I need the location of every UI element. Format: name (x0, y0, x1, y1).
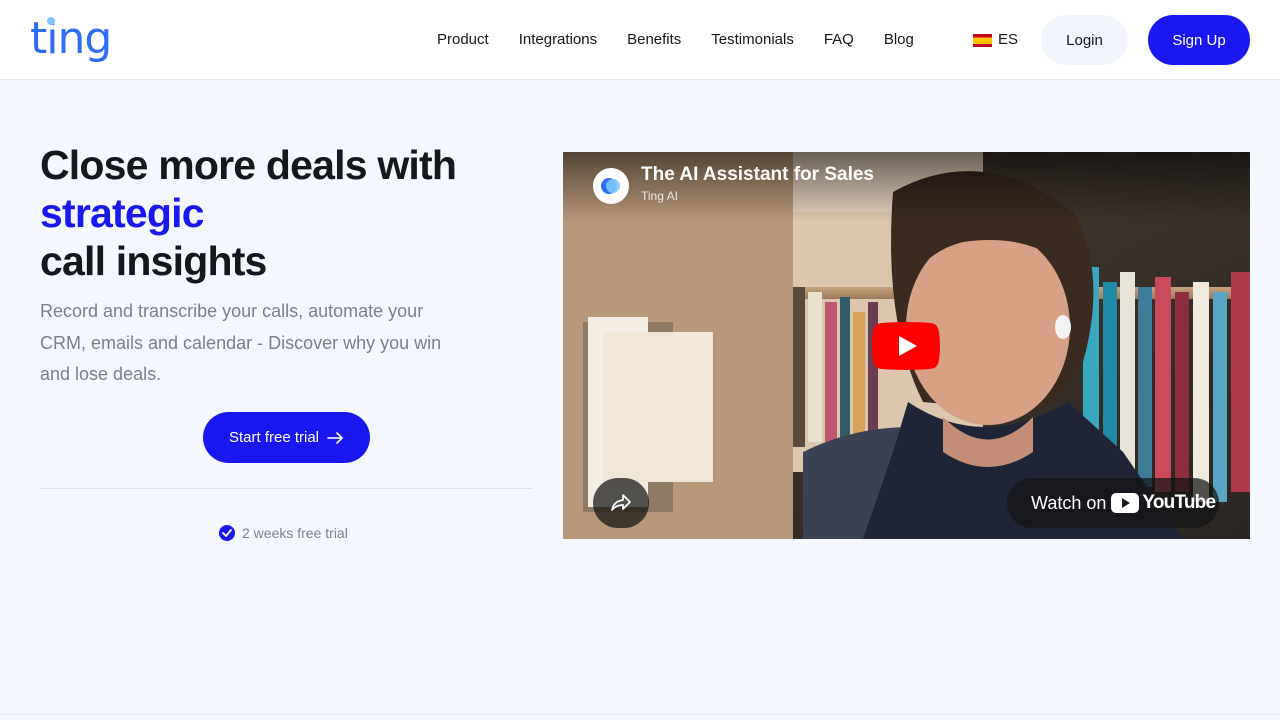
trial-note: 2 weeks free trial (219, 525, 348, 541)
nav-item-integrations[interactable]: Integrations (519, 28, 597, 52)
youtube-logo-icon (1111, 493, 1140, 513)
watch-on-youtube-button[interactable]: Watch on YouTube (1007, 478, 1219, 528)
video-title[interactable]: The AI Assistant for Sales (641, 164, 874, 186)
logo-dot-icon (47, 17, 55, 25)
nav-item-blog[interactable]: Blog (884, 28, 914, 52)
hero-subtext: Record and transcribe your calls, automa… (40, 301, 442, 384)
share-icon (611, 494, 631, 511)
language-selector[interactable]: ES (973, 28, 1018, 52)
youtube-play-icon[interactable] (872, 322, 940, 370)
youtube-video-embed[interactable]: The AI Assistant for Sales Ting AI Watch… (563, 152, 1250, 539)
video-channel[interactable]: Ting AI (641, 189, 678, 203)
ting-logo[interactable]: ting (30, 14, 112, 64)
video-top-shade (563, 152, 1250, 222)
login-button[interactable]: Login (1041, 15, 1128, 65)
nav-item-faq[interactable]: FAQ (824, 28, 854, 52)
ting-ai-avatar-icon (601, 178, 620, 194)
main-nav: Product Integrations Benefits Testimonia… (437, 28, 944, 52)
arrow-right-icon (327, 431, 344, 444)
language-label: ES (998, 31, 1019, 48)
site-header: ting Product Integrations Benefits Testi… (0, 0, 1280, 80)
nav-item-testimonials[interactable]: Testimonials (711, 28, 794, 52)
youtube-logo: YouTube (1111, 492, 1216, 514)
trial-note-text: 2 weeks free trial (242, 525, 348, 541)
section-bottom-border (0, 714, 1280, 715)
check-circle-icon (219, 525, 235, 541)
start-free-trial-button[interactable]: Start free trial (203, 412, 370, 463)
headline-line-1: Close more deals with (40, 142, 457, 188)
share-button[interactable] (593, 478, 649, 528)
headline-line-3: call insights (40, 238, 267, 284)
signup-button[interactable]: Sign Up (1148, 15, 1250, 65)
channel-avatar[interactable] (593, 168, 629, 204)
headline-accent: strategic (40, 190, 205, 236)
hero-divider (40, 488, 532, 489)
spain-flag-icon (973, 33, 992, 47)
hero-headline: Close more deals with strategic call ins… (40, 141, 540, 285)
cta-label: Start free trial (228, 429, 320, 446)
youtube-wordmark: YouTube (1142, 492, 1216, 513)
nav-item-benefits[interactable]: Benefits (627, 28, 681, 52)
watch-on-label: Watch on (1031, 492, 1107, 513)
nav-item-product[interactable]: Product (437, 28, 489, 52)
